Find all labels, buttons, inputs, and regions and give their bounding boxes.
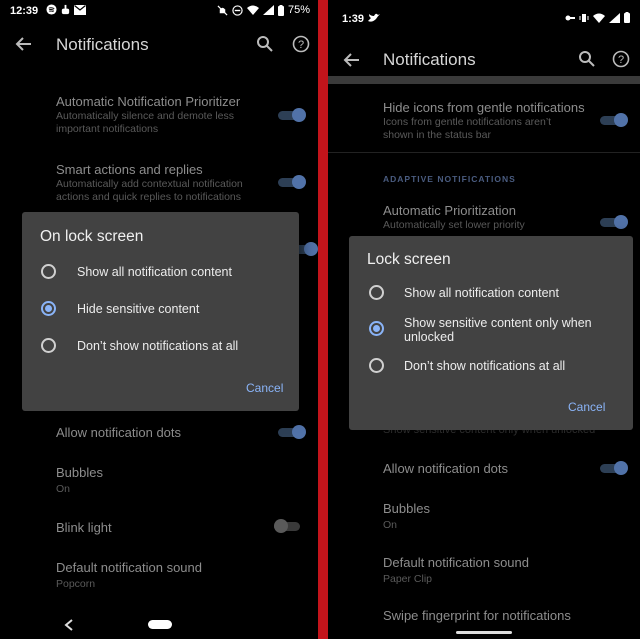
setting-swipe-fingerprint[interactable]: Swipe fingerprint for notifications <box>383 608 624 624</box>
cancel-button[interactable]: Cancel <box>246 381 283 395</box>
setting-default-sound[interactable]: Default notification sound Popcorn <box>56 560 302 591</box>
search-icon[interactable] <box>256 35 274 53</box>
toggle-blink-light[interactable] <box>274 519 302 533</box>
svg-text:?: ? <box>618 54 624 66</box>
setting-smart-actions[interactable]: Smart actions and replies Automatically … <box>56 162 302 204</box>
status-bar: 1:39 <box>328 0 640 25</box>
option-show-all[interactable]: Show all notification content <box>22 263 299 281</box>
battery-icon <box>277 4 284 16</box>
twitter-icon <box>368 13 380 22</box>
signal-icon <box>262 5 274 15</box>
radio-button-checked-icon[interactable] <box>41 301 56 316</box>
section-adaptive-notifications: ADAPTIVE NOTIFICATIONS <box>383 174 516 184</box>
dialog-title: On lock screen <box>40 228 144 245</box>
battery-percent: 75% <box>287 4 310 16</box>
dnd-icon <box>232 4 243 16</box>
mute-icon <box>217 4 228 16</box>
back-arrow-icon[interactable] <box>14 34 34 54</box>
toggle-smart-actions[interactable] <box>278 175 306 189</box>
cancel-button[interactable]: Cancel <box>568 400 605 414</box>
setting-hide-gentle-icons[interactable]: Hide icons from gentle notifications Ico… <box>383 100 624 142</box>
radio-button-icon[interactable] <box>41 264 56 279</box>
setting-bubbles[interactable]: Bubbles On <box>56 465 302 496</box>
gmail-icon <box>74 4 86 15</box>
toggle-notification-dots[interactable] <box>278 425 306 439</box>
setting-notification-dots[interactable]: Allow notification dots <box>56 425 302 441</box>
option-sensitive-when-unlocked[interactable]: Show sensitive content only when unlocke… <box>349 316 633 350</box>
wifi-icon <box>246 5 259 15</box>
right-screen: 1:39 Notifications ? Hide icons from gen… <box>328 0 640 639</box>
back-arrow-icon[interactable] <box>342 50 362 70</box>
setting-automatic-prioritizer[interactable]: Automatic Notification Prioritizer Autom… <box>56 94 302 136</box>
help-icon[interactable]: ? <box>612 50 630 68</box>
radio-button-icon[interactable] <box>41 338 56 353</box>
radio-button-icon[interactable] <box>369 358 384 373</box>
setting-default-sound[interactable]: Default notification sound Paper Clip <box>383 555 624 586</box>
toggle-notification-dots[interactable] <box>600 461 628 475</box>
toggle-automatic-prioritization[interactable] <box>600 215 628 229</box>
app-bar: Notifications ? <box>328 40 640 84</box>
lock-screen-dialog: Lock screen Show all notification conten… <box>349 236 633 430</box>
nav-home-pill[interactable] <box>148 620 172 629</box>
key-icon <box>565 15 575 20</box>
wifi-icon <box>593 13 605 23</box>
nav-bar <box>0 611 318 639</box>
help-icon[interactable]: ? <box>292 35 310 53</box>
option-show-all[interactable]: Show all notification content <box>349 284 633 302</box>
option-hide-sensitive[interactable]: Hide sensitive content <box>22 300 299 318</box>
left-screen: 12:39 75% Notifications ? Automatic Noti… <box>0 0 318 639</box>
setting-notification-dots[interactable]: Allow notification dots <box>383 461 624 477</box>
page-title: Notifications <box>56 35 149 54</box>
divider-line <box>328 152 640 153</box>
hand-icon <box>61 4 70 15</box>
screen-divider <box>318 0 328 639</box>
battery-icon <box>624 12 630 23</box>
vibrate-icon <box>579 13 589 22</box>
nav-back-icon[interactable] <box>64 619 74 631</box>
search-icon[interactable] <box>578 50 596 68</box>
radio-button-icon[interactable] <box>369 285 384 300</box>
lock-screen-dialog: On lock screen Show all notification con… <box>22 212 299 411</box>
app-bar: Notifications ? <box>0 26 318 66</box>
spotify-icon <box>46 4 57 15</box>
setting-bubbles[interactable]: Bubbles On <box>383 501 624 532</box>
page-title: Notifications <box>383 50 476 69</box>
status-time: 1:39 <box>342 13 365 25</box>
status-time: 12:39 <box>10 5 39 17</box>
option-dont-show[interactable]: Don’t show notifications at all <box>22 337 299 355</box>
svg-text:?: ? <box>298 39 304 51</box>
status-bar: 12:39 75% <box>0 0 318 24</box>
radio-button-checked-icon[interactable] <box>369 321 384 336</box>
toggle-hide-gentle-icons[interactable] <box>600 113 628 127</box>
toggle-automatic-prioritizer[interactable] <box>278 108 306 122</box>
option-dont-show[interactable]: Don’t show notifications at all <box>349 357 633 375</box>
nav-home-pill[interactable] <box>456 631 512 634</box>
setting-blink-light[interactable]: Blink light <box>56 520 302 536</box>
setting-automatic-prioritization[interactable]: Automatic Prioritization Automatically s… <box>383 203 624 232</box>
signal-icon <box>609 12 620 23</box>
dialog-title: Lock screen <box>367 251 451 268</box>
